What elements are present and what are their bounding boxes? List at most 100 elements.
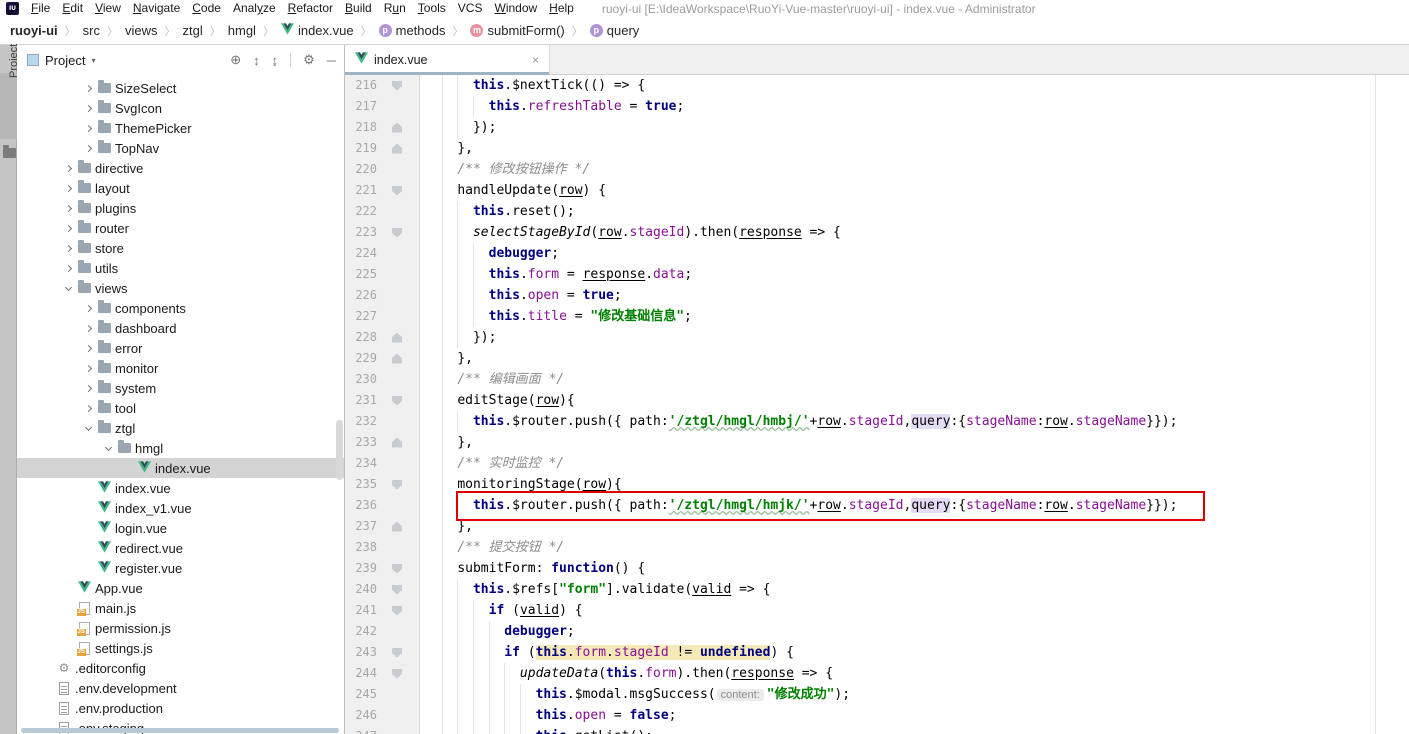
tree-item-hmgl[interactable]: hmgl xyxy=(17,438,344,458)
breadcrumb-index-vue[interactable]: index.vue xyxy=(279,23,356,38)
tree-item-login-vue[interactable]: login.vue xyxy=(17,518,344,538)
code-line-240[interactable]: this.$refs["form"].validate(valid => { xyxy=(420,579,1409,600)
code-line-247[interactable]: this.getList(); xyxy=(420,726,1409,734)
breadcrumb-ruoyi-ui[interactable]: ruoyi-ui xyxy=(8,23,60,38)
code-line-220[interactable]: /** 修改按钮操作 */ xyxy=(420,159,1409,180)
breadcrumb-submitform-[interactable]: msubmitForm() xyxy=(468,23,566,38)
code-line-232[interactable]: this.$router.push({ path:'/ztgl/hmgl/hmb… xyxy=(420,411,1409,432)
chevron-right-icon[interactable] xyxy=(81,126,95,131)
tree-item-components[interactable]: components xyxy=(17,298,344,318)
menu-item-edit[interactable]: Edit xyxy=(56,0,89,17)
tree-item-sizeselect[interactable]: SizeSelect xyxy=(17,78,344,98)
code-line-225[interactable]: this.form = response.data; xyxy=(420,264,1409,285)
tree-item--editorconfig[interactable]: ⚙.editorconfig xyxy=(17,658,344,678)
chevron-right-icon[interactable] xyxy=(61,186,75,191)
tree-item-index-vue[interactable]: index.vue xyxy=(17,478,344,498)
expand-all-icon[interactable]: ↕ xyxy=(253,53,260,68)
fold-end-icon[interactable] xyxy=(392,333,402,343)
fold-end-icon[interactable] xyxy=(392,354,402,364)
fold-end-icon[interactable] xyxy=(392,522,402,532)
code-line-236[interactable]: this.$router.push({ path:'/ztgl/hmgl/hmj… xyxy=(420,495,1409,516)
code-line-217[interactable]: this.refreshTable = true; xyxy=(420,96,1409,117)
tree-item-dashboard[interactable]: dashboard xyxy=(17,318,344,338)
menu-item-build[interactable]: Build xyxy=(339,0,378,17)
tree-item-themepicker[interactable]: ThemePicker xyxy=(17,118,344,138)
fold-end-icon[interactable] xyxy=(392,123,402,133)
code-line-244[interactable]: updateData(this.form).then(response => { xyxy=(420,663,1409,684)
menu-item-navigate[interactable]: Navigate xyxy=(127,0,186,17)
fold-start-icon[interactable] xyxy=(392,186,402,196)
fold-start-icon[interactable] xyxy=(392,81,402,91)
settings-gear-icon[interactable]: ⚙ xyxy=(303,52,315,68)
chevron-down-icon[interactable] xyxy=(61,287,75,290)
code-line-219[interactable]: }, xyxy=(420,138,1409,159)
tree-item-svgicon[interactable]: SvgIcon xyxy=(17,98,344,118)
tree-item-settings-js[interactable]: settings.js xyxy=(17,638,344,658)
code-line-237[interactable]: }, xyxy=(420,516,1409,537)
code-line-233[interactable]: }, xyxy=(420,432,1409,453)
chevron-right-icon[interactable] xyxy=(81,406,95,411)
code-line-223[interactable]: selectStageById(row.stageId).then(respon… xyxy=(420,222,1409,243)
menu-item-help[interactable]: Help xyxy=(543,0,580,17)
tree-item-utils[interactable]: utils xyxy=(17,258,344,278)
menu-item-vcs[interactable]: VCS xyxy=(452,0,489,17)
fold-start-icon[interactable] xyxy=(392,564,402,574)
breadcrumb-views[interactable]: views xyxy=(123,23,160,38)
project-view-dropdown[interactable]: Project ▾ xyxy=(27,53,95,68)
fold-start-icon[interactable] xyxy=(392,606,402,616)
menu-item-view[interactable]: View xyxy=(89,0,127,17)
chevron-right-icon[interactable] xyxy=(81,326,95,331)
breadcrumb-hmgl[interactable]: hmgl xyxy=(226,23,258,38)
tree-item-app-vue[interactable]: App.vue xyxy=(17,578,344,598)
menu-item-code[interactable]: Code xyxy=(186,0,227,17)
tree-item-plugins[interactable]: plugins xyxy=(17,198,344,218)
code-line-228[interactable]: }); xyxy=(420,327,1409,348)
code-line-226[interactable]: this.open = true; xyxy=(420,285,1409,306)
menu-item-window[interactable]: Window xyxy=(488,0,543,17)
tree-item-views[interactable]: views xyxy=(17,278,344,298)
tree-item--env-production[interactable]: .env.production xyxy=(17,698,344,718)
code-line-235[interactable]: monitoringStage(row){ xyxy=(420,474,1409,495)
code-line-238[interactable]: /** 提交按钮 */ xyxy=(420,537,1409,558)
hide-panel-icon[interactable]: ─ xyxy=(327,53,336,68)
tree-item-router[interactable]: router xyxy=(17,218,344,238)
tree-item-system[interactable]: system xyxy=(17,378,344,398)
breadcrumb-methods[interactable]: pmethods xyxy=(377,23,448,38)
menu-item-analyze[interactable]: Analyze xyxy=(227,0,282,17)
tab-index-vue[interactable]: index.vue × xyxy=(345,45,550,74)
tree-item-register-vue[interactable]: register.vue xyxy=(17,558,344,578)
code-line-224[interactable]: debugger; xyxy=(420,243,1409,264)
code-line-241[interactable]: if (valid) { xyxy=(420,600,1409,621)
chevron-right-icon[interactable] xyxy=(81,146,95,151)
chevron-right-icon[interactable] xyxy=(61,206,75,211)
project-horizontal-scrollbar[interactable] xyxy=(21,728,339,733)
tree-item-store[interactable]: store xyxy=(17,238,344,258)
code-line-218[interactable]: }); xyxy=(420,117,1409,138)
fold-start-icon[interactable] xyxy=(392,480,402,490)
chevron-right-icon[interactable] xyxy=(81,106,95,111)
fold-end-icon[interactable] xyxy=(392,438,402,448)
chevron-right-icon[interactable] xyxy=(61,246,75,251)
fold-start-icon[interactable] xyxy=(392,669,402,679)
chevron-right-icon[interactable] xyxy=(61,226,75,231)
chevron-down-icon[interactable] xyxy=(81,427,95,430)
tree-item-index-v1-vue[interactable]: index_v1.vue xyxy=(17,498,344,518)
fold-end-icon[interactable] xyxy=(392,144,402,154)
breadcrumb-ztgl[interactable]: ztgl xyxy=(181,23,205,38)
fold-start-icon[interactable] xyxy=(392,228,402,238)
chevron-right-icon[interactable] xyxy=(81,386,95,391)
code-line-229[interactable]: }, xyxy=(420,348,1409,369)
chevron-right-icon[interactable] xyxy=(61,166,75,171)
tree-item-topnav[interactable]: TopNav xyxy=(17,138,344,158)
collapse-all-icon[interactable]: ↨ xyxy=(272,53,279,68)
code-line-243[interactable]: if (this.form.stageId != undefined) { xyxy=(420,642,1409,663)
menu-item-run[interactable]: Run xyxy=(378,0,412,17)
breadcrumb-query[interactable]: pquery xyxy=(588,23,642,38)
fold-start-icon[interactable] xyxy=(392,648,402,658)
chevron-right-icon[interactable] xyxy=(61,266,75,271)
tree-item-directive[interactable]: directive xyxy=(17,158,344,178)
code-line-246[interactable]: this.open = false; xyxy=(420,705,1409,726)
code-line-242[interactable]: debugger; xyxy=(420,621,1409,642)
code-line-230[interactable]: /** 编辑画面 */ xyxy=(420,369,1409,390)
fold-start-icon[interactable] xyxy=(392,396,402,406)
